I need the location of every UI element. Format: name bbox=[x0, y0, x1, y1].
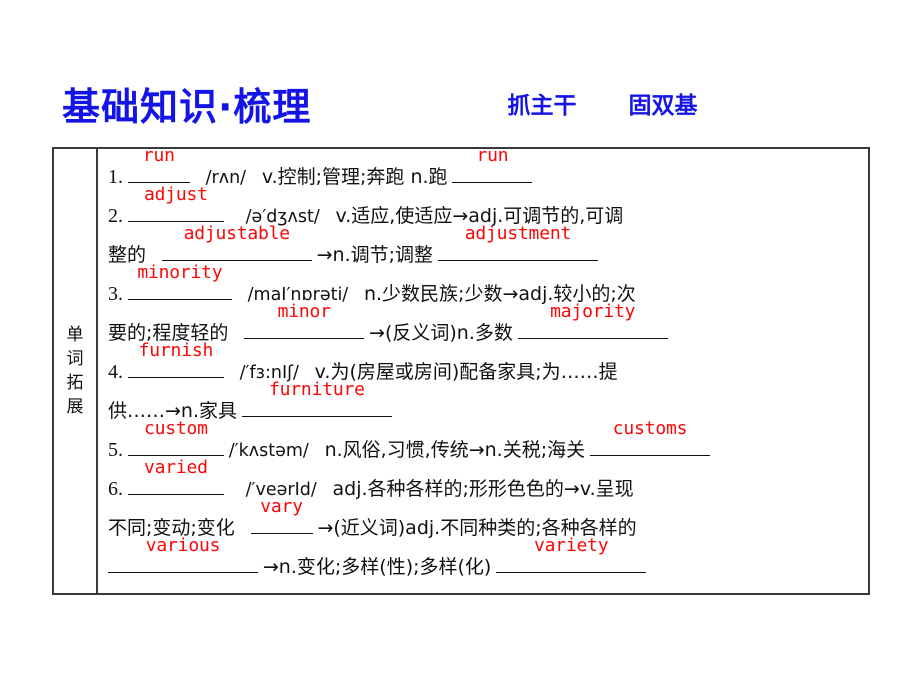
header-subtitle-left: 抓主干 bbox=[507, 93, 577, 119]
entry-definition-line2-mid: →n.调节;调整 bbox=[316, 244, 434, 266]
entry-definition-line3-mid: →n.变化;多样(性);多样(化) bbox=[262, 556, 492, 578]
entry-definition-line1: adj.各种各样的;形形色色的→v.呈现 bbox=[332, 478, 634, 500]
answer-text: minority bbox=[137, 262, 223, 283]
vocab-entry-6-line-3: various →n.变化;多样(性);多样(化) variety bbox=[108, 535, 858, 587]
vocab-entry-6-line-1: 6. varied /′veərId/ adj.各种各样的;形形色色的→v.呈现 bbox=[108, 457, 858, 509]
row-label-char-1: 词 bbox=[66, 348, 84, 369]
answer-text: furnish bbox=[138, 340, 214, 361]
entry-index: 2. bbox=[108, 205, 123, 227]
header-subtitle: 抓主干 固双基 bbox=[507, 86, 697, 120]
vocab-entry-6: 6. varied /′veərId/ adj.各种各样的;形形色色的→v.呈现… bbox=[108, 457, 858, 587]
answer-blank-run-1[interactable]: run bbox=[127, 145, 190, 183]
answer-text: run bbox=[142, 145, 175, 166]
answer-blank-variety[interactable]: variety bbox=[496, 535, 647, 573]
answer-text: adjust bbox=[143, 184, 208, 205]
answer-blank-run-2[interactable]: run bbox=[452, 145, 533, 183]
slide-root: 基础知识·梳理 抓主干 固双基 单 词 拓 展 1. run /rʌn/ v.控… bbox=[0, 0, 920, 690]
answer-text: vary bbox=[260, 496, 303, 517]
answer-text: majority bbox=[550, 301, 636, 322]
answer-blank-adjustable[interactable]: adjustable bbox=[161, 223, 312, 261]
row-label-char-0: 单 bbox=[66, 324, 84, 345]
answer-text: run bbox=[476, 145, 509, 166]
answer-text: variety bbox=[533, 535, 609, 556]
answer-text: customs bbox=[612, 418, 688, 439]
table-row-label: 单 词 拓 展 bbox=[67, 323, 84, 420]
answer-text: minor bbox=[277, 301, 331, 322]
row-label-char-3: 展 bbox=[66, 397, 84, 418]
page-title: 基础知识·梳理 bbox=[62, 84, 312, 129]
entry-index: 5. bbox=[108, 439, 123, 461]
vocab-entry-3-line-1: 3. minority /maI′nɒrəti/ n.少数民族;少数→adj.较… bbox=[108, 262, 858, 314]
answer-blank-varied[interactable]: varied bbox=[127, 457, 224, 495]
answer-blank-vary[interactable]: vary bbox=[250, 496, 313, 534]
entry-ipa: /′kʌstəm/ bbox=[228, 441, 309, 461]
row-label-char-2: 拓 bbox=[66, 373, 84, 393]
answer-blank-adjustment[interactable]: adjustment bbox=[437, 223, 598, 261]
entry-index: 6. bbox=[108, 478, 123, 500]
table-row-label-cell: 单 词 拓 展 bbox=[54, 149, 98, 593]
answer-blank-various[interactable]: various bbox=[108, 535, 258, 573]
answer-text: custom bbox=[143, 418, 208, 439]
answer-text: adjustment bbox=[464, 223, 572, 244]
entry-definition: v.控制;管理;奔跑 n.跑 bbox=[261, 166, 448, 188]
header-subtitle-right: 固双基 bbox=[628, 93, 698, 119]
answer-blank-furnish[interactable]: furnish bbox=[127, 340, 224, 378]
answer-text: various bbox=[145, 535, 221, 556]
answer-blank-minor[interactable]: minor bbox=[244, 301, 365, 339]
answer-blank-furniture[interactable]: furniture bbox=[241, 379, 392, 417]
vocab-entry-4-line-1: 4. furnish /′fɜ:nIʃ/ v.为(房屋或房间)配备家具;为……提 bbox=[108, 340, 858, 392]
answer-text: furniture bbox=[269, 379, 365, 400]
slide-header: 基础知识·梳理 抓主干 固双基 bbox=[0, 72, 920, 134]
entry-definition-line2-mid: →(反义词)n.多数 bbox=[369, 322, 513, 344]
answer-text: adjustable bbox=[183, 223, 291, 244]
answer-blank-majority[interactable]: majority bbox=[517, 301, 668, 339]
vocabulary-table: 单 词 拓 展 1. run /rʌn/ v.控制;管理;奔跑 n.跑 run bbox=[52, 145, 870, 595]
entry-index: 4. bbox=[108, 361, 123, 383]
answer-blank-customs[interactable]: customs bbox=[590, 418, 711, 456]
answer-blank-minority[interactable]: minority bbox=[127, 262, 232, 300]
entry-definition: n.风俗,习惯,传统→n.关税;海关 bbox=[324, 439, 586, 461]
vocabulary-entries: 1. run /rʌn/ v.控制;管理;奔跑 n.跑 run 2. adjus… bbox=[98, 145, 868, 593]
answer-text: varied bbox=[143, 457, 208, 478]
entry-index: 1. bbox=[108, 166, 123, 188]
entry-index: 3. bbox=[108, 283, 123, 305]
answer-blank-adjust[interactable]: adjust bbox=[127, 184, 224, 222]
answer-blank-custom[interactable]: custom bbox=[127, 418, 224, 456]
